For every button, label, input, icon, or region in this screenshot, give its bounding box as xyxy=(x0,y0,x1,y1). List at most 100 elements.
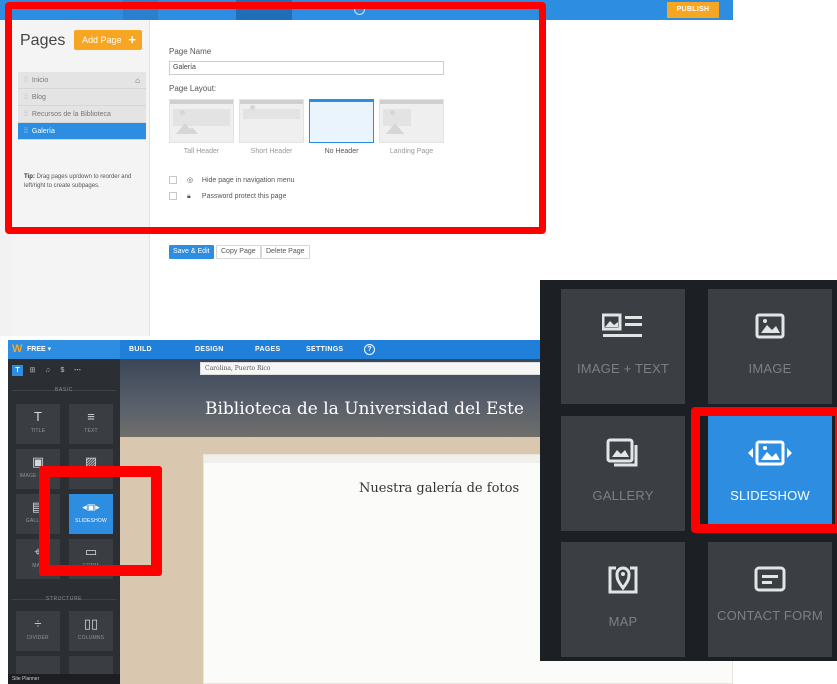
layout-short-header[interactable]: Short Header xyxy=(239,99,304,155)
plan-menu[interactable]: W FREE ▾ xyxy=(8,340,120,359)
tab-settings[interactable]: SETTINGS xyxy=(306,346,343,353)
image-icon xyxy=(708,309,832,343)
tab-build[interactable]: BUILD xyxy=(129,346,152,353)
zoom-inset: IMAGE + TEXT IMAGE GALLERY SLIDESHOW MAP… xyxy=(540,280,837,661)
page-item-label: Galería xyxy=(31,128,55,135)
image-icon: ▨ xyxy=(84,454,98,469)
tip-text: Drag pages up/down to reorder and left/r… xyxy=(24,174,132,189)
delete-page-button[interactable]: Delete Page xyxy=(261,245,310,259)
password-option[interactable]: 🔒︎ Password protect this page xyxy=(169,192,286,201)
layout-name: Tall Header xyxy=(183,148,220,155)
plus-icon: + xyxy=(128,32,136,47)
nav-tab-pages-active[interactable] xyxy=(236,0,292,20)
help-icon[interactable]: ? xyxy=(364,344,375,355)
element-label: IMAGE + TEXT xyxy=(19,473,57,479)
zoom-tile-slideshow[interactable]: SLIDESHOW xyxy=(708,416,832,531)
element-more[interactable] xyxy=(69,656,113,676)
top-nav-bar: PUBLISH xyxy=(0,0,733,20)
element-columns[interactable]: ▯▯ COLUMNS xyxy=(69,611,113,651)
page-item-galeria[interactable]: ⁞⁞ Galería xyxy=(18,123,146,140)
zoom-tile-gallery[interactable]: GALLERY xyxy=(561,416,685,531)
help-icon[interactable] xyxy=(354,4,365,15)
category-commerce-icon[interactable]: $ xyxy=(57,365,68,376)
element-label: SLIDESHOW xyxy=(75,518,107,524)
save-edit-button[interactable]: Save & Edit xyxy=(169,245,214,259)
site-planner-bar[interactable]: Site Planner xyxy=(8,674,120,684)
add-page-button[interactable]: Add Page + xyxy=(74,30,142,50)
layout-thumb xyxy=(169,99,234,143)
slideshow-icon: ◂▣▸ xyxy=(82,502,100,512)
address-bar[interactable]: Carolina, Puerto Rico xyxy=(200,362,560,375)
eye-slash-icon: ◎ xyxy=(186,177,194,184)
layout-thumb xyxy=(239,99,304,143)
page-item-inicio[interactable]: ⁞⁞ Inicio ⌂ xyxy=(18,72,146,89)
publish-button[interactable]: PUBLISH xyxy=(667,2,719,18)
element-text[interactable]: ≡ TEXT xyxy=(69,404,113,444)
drag-handle-icon[interactable]: ⁞⁞ xyxy=(24,94,28,101)
page-item-label: Blog xyxy=(31,94,46,101)
gallery-heading[interactable]: Nuestra galería de fotos xyxy=(359,481,519,496)
hide-page-label: Hide page in navigation menu xyxy=(201,177,295,184)
gallery-icon: ▤ xyxy=(31,499,45,514)
hide-page-checkbox[interactable] xyxy=(169,176,177,185)
plan-text: FREE xyxy=(27,346,46,353)
element-title[interactable]: T TITLE xyxy=(16,404,60,444)
category-more-icon[interactable]: ⋯ xyxy=(72,365,83,376)
page-item-recursos[interactable]: ⁞⁞ Recursos de la Biblioteca xyxy=(18,106,146,123)
layout-name: Short Header xyxy=(250,148,293,155)
section-basic-label: BASIC xyxy=(54,387,73,393)
layout-tall-header[interactable]: Tall Header xyxy=(169,99,234,155)
contact-form-icon: ▭ xyxy=(84,544,98,559)
element-form[interactable]: ▭ FORM xyxy=(69,539,113,579)
element-divider[interactable]: ÷ DIVIDER xyxy=(16,611,60,651)
element-slideshow[interactable]: ◂▣▸ SLIDESHOW xyxy=(69,494,113,534)
zoom-tile-image-text[interactable]: IMAGE + TEXT xyxy=(561,289,685,404)
zoom-tile-image[interactable]: IMAGE xyxy=(708,289,832,404)
layout-name: No Header xyxy=(324,148,359,155)
layout-no-header[interactable]: No Header xyxy=(309,99,374,155)
element-gallery[interactable]: ▤ GALLERY xyxy=(16,494,60,534)
zoom-tile-label: CONTACT FORM xyxy=(717,608,823,623)
zoom-tile-label: IMAGE xyxy=(748,361,792,376)
zoom-tile-label: GALLERY xyxy=(592,488,654,503)
zoom-tile-label: IMAGE + TEXT xyxy=(576,361,670,376)
element-image-text[interactable]: ▣ IMAGE + TEXT xyxy=(16,449,60,489)
category-basic-icon[interactable]: T xyxy=(12,365,23,376)
slideshow-icon xyxy=(708,436,832,470)
image-text-icon: ▣ xyxy=(31,454,45,469)
zoom-tile-contact-form[interactable]: CONTACT FORM xyxy=(708,542,832,657)
layout-thumb xyxy=(309,99,374,143)
nav-tab-build[interactable] xyxy=(123,0,158,20)
lock-icon: 🔒︎ xyxy=(186,192,191,200)
hide-page-option[interactable]: ◎ Hide page in navigation menu xyxy=(169,176,295,185)
site-title[interactable]: Biblioteca de la Universidad del Este xyxy=(205,399,524,419)
element-map[interactable]: ⌖ MAP xyxy=(16,539,60,579)
tip-label: Tip: xyxy=(24,174,35,180)
drag-handle-icon[interactable]: ⁞⁞ xyxy=(24,128,28,135)
element-label: COLUMNS xyxy=(77,635,105,641)
page-name-input[interactable]: Galería xyxy=(169,61,444,75)
page-item-label: Recursos de la Biblioteca xyxy=(31,111,111,118)
category-media-icon[interactable]: ⊞ xyxy=(27,365,38,376)
element-label: DIVIDER xyxy=(27,635,49,641)
drag-handle-icon[interactable]: ⁞⁞ xyxy=(24,111,28,118)
zoom-tile-map[interactable]: MAP xyxy=(561,542,685,657)
category-audio-icon[interactable]: ♫ xyxy=(42,365,53,376)
plan-label[interactable]: FREE ▾ xyxy=(27,345,51,353)
copy-page-button[interactable]: Copy Page xyxy=(216,245,261,259)
layout-landing-page[interactable]: Landing Page xyxy=(379,99,444,155)
map-pin-icon xyxy=(561,562,685,596)
element-category-tabs: T ⊞ ♫ $ ⋯ xyxy=(12,365,87,377)
text-icon: ≡ xyxy=(87,409,95,424)
tab-design[interactable]: DESIGN xyxy=(195,346,224,353)
element-image[interactable]: ▨ IMAGE xyxy=(69,449,113,489)
title-icon: T xyxy=(34,409,42,424)
pages-sidebar: Pages Add Page + ⁞⁞ Inicio ⌂ ⁞⁞ Blog ⁞⁞ Rec… xyxy=(12,20,150,336)
page-item-blog[interactable]: ⁞⁞ Blog xyxy=(18,89,146,106)
page-name-label: Page Name xyxy=(169,47,212,56)
drag-handle-icon[interactable]: ⁞⁞ xyxy=(24,77,28,84)
tab-pages[interactable]: PAGES xyxy=(255,346,281,353)
password-checkbox[interactable] xyxy=(169,192,177,200)
element-more[interactable] xyxy=(16,656,60,676)
section-structure-label: STRUCTURE xyxy=(45,596,83,602)
